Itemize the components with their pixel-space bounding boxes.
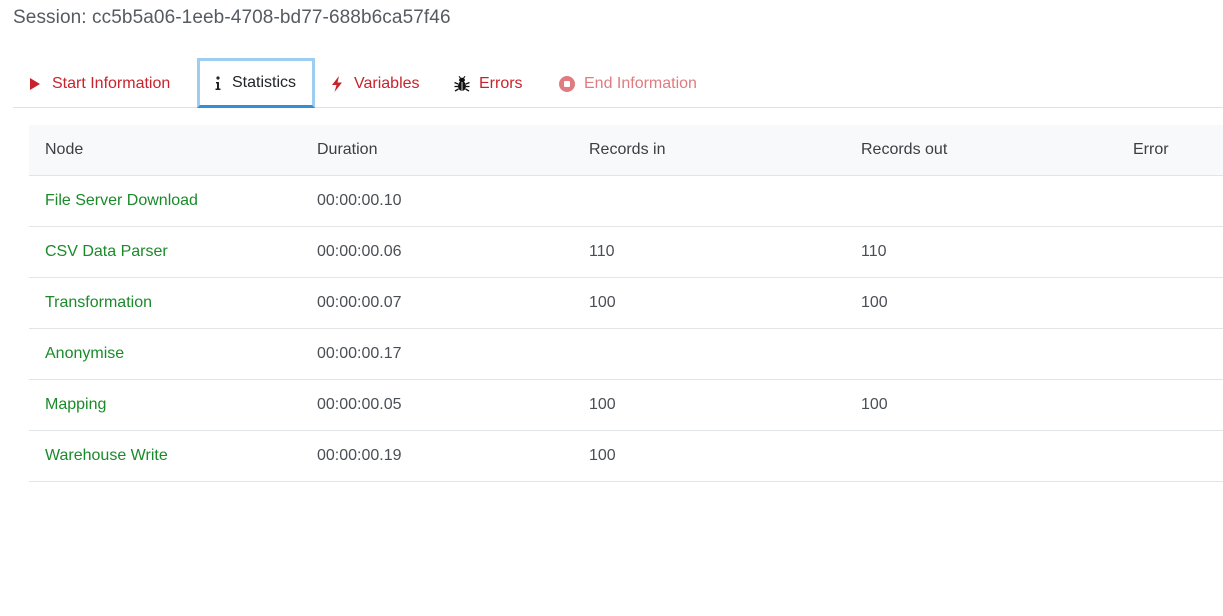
statistics-table-container: Node Duration Records in Records out Err… (29, 125, 1223, 482)
records-out-cell: 100 (845, 379, 1117, 431)
session-page: Session: cc5b5a06-1eeb-4708-bd77-688b6ca… (0, 0, 1223, 616)
error-cell (1117, 379, 1223, 431)
column-header-error: Error (1117, 125, 1223, 176)
column-header-records-in: Records in (573, 125, 845, 176)
error-cell (1117, 328, 1223, 380)
page-title: Session: cc5b5a06-1eeb-4708-bd77-688b6ca… (13, 7, 451, 28)
records-in-cell: 100 (573, 430, 845, 482)
table-row: Mapping 00:00:00.05 100 100 (29, 379, 1223, 431)
column-header-duration: Duration (301, 125, 573, 176)
tab-label: Start Information (52, 74, 171, 92)
node-link[interactable]: Mapping (29, 379, 301, 431)
statistics-table: Node Duration Records in Records out Err… (29, 125, 1223, 482)
records-out-cell (845, 175, 1117, 227)
tab-label: End Information (584, 74, 697, 92)
error-cell (1117, 277, 1223, 329)
column-header-records-out: Records out (845, 125, 1117, 176)
table-row: File Server Download 00:00:00.10 (29, 175, 1223, 227)
table-row: Warehouse Write 00:00:00.19 100 (29, 430, 1223, 482)
tab-statistics[interactable]: Statistics (197, 58, 315, 108)
node-link[interactable]: CSV Data Parser (29, 226, 301, 278)
node-link[interactable]: Warehouse Write (29, 430, 301, 482)
tab-start-information[interactable]: Start Information (27, 60, 170, 107)
node-link[interactable]: File Server Download (29, 175, 301, 227)
records-in-cell: 110 (573, 226, 845, 278)
lightning-icon (329, 75, 345, 92)
duration-cell: 00:00:00.07 (301, 277, 573, 329)
tab-label: Errors (479, 74, 523, 92)
node-link[interactable]: Transformation (29, 277, 301, 329)
duration-cell: 00:00:00.17 (301, 328, 573, 380)
records-out-cell (845, 328, 1117, 380)
column-header-node: Node (29, 125, 301, 176)
records-in-cell: 100 (573, 379, 845, 431)
tab-label: Variables (354, 74, 420, 92)
table-row: Anonymise 00:00:00.17 (29, 328, 1223, 380)
duration-cell: 00:00:00.06 (301, 226, 573, 278)
node-link[interactable]: Anonymise (29, 328, 301, 380)
duration-cell: 00:00:00.10 (301, 175, 573, 227)
records-in-cell: 100 (573, 277, 845, 329)
bug-icon (454, 75, 470, 92)
table-row: Transformation 00:00:00.07 100 100 (29, 277, 1223, 329)
play-icon (27, 76, 43, 92)
tab-label: Statistics (232, 74, 297, 91)
stop-circle-icon (559, 75, 575, 92)
tab-bar: Start Information Statistics Variables E… (13, 58, 1223, 108)
records-in-cell (573, 175, 845, 227)
error-cell (1117, 430, 1223, 482)
info-icon (210, 75, 226, 91)
tab-variables[interactable]: Variables (329, 60, 420, 107)
tab-errors[interactable]: Errors (454, 60, 523, 107)
duration-cell: 00:00:00.19 (301, 430, 573, 482)
records-out-cell: 110 (845, 226, 1117, 278)
records-out-cell: 100 (845, 277, 1117, 329)
error-cell (1117, 226, 1223, 278)
records-out-cell (845, 430, 1117, 482)
duration-cell: 00:00:00.05 (301, 379, 573, 431)
table-header-row: Node Duration Records in Records out Err… (29, 125, 1223, 176)
records-in-cell (573, 328, 845, 380)
error-cell (1117, 175, 1223, 227)
tab-end-information[interactable]: End Information (559, 60, 697, 107)
table-row: CSV Data Parser 00:00:00.06 110 110 (29, 226, 1223, 278)
